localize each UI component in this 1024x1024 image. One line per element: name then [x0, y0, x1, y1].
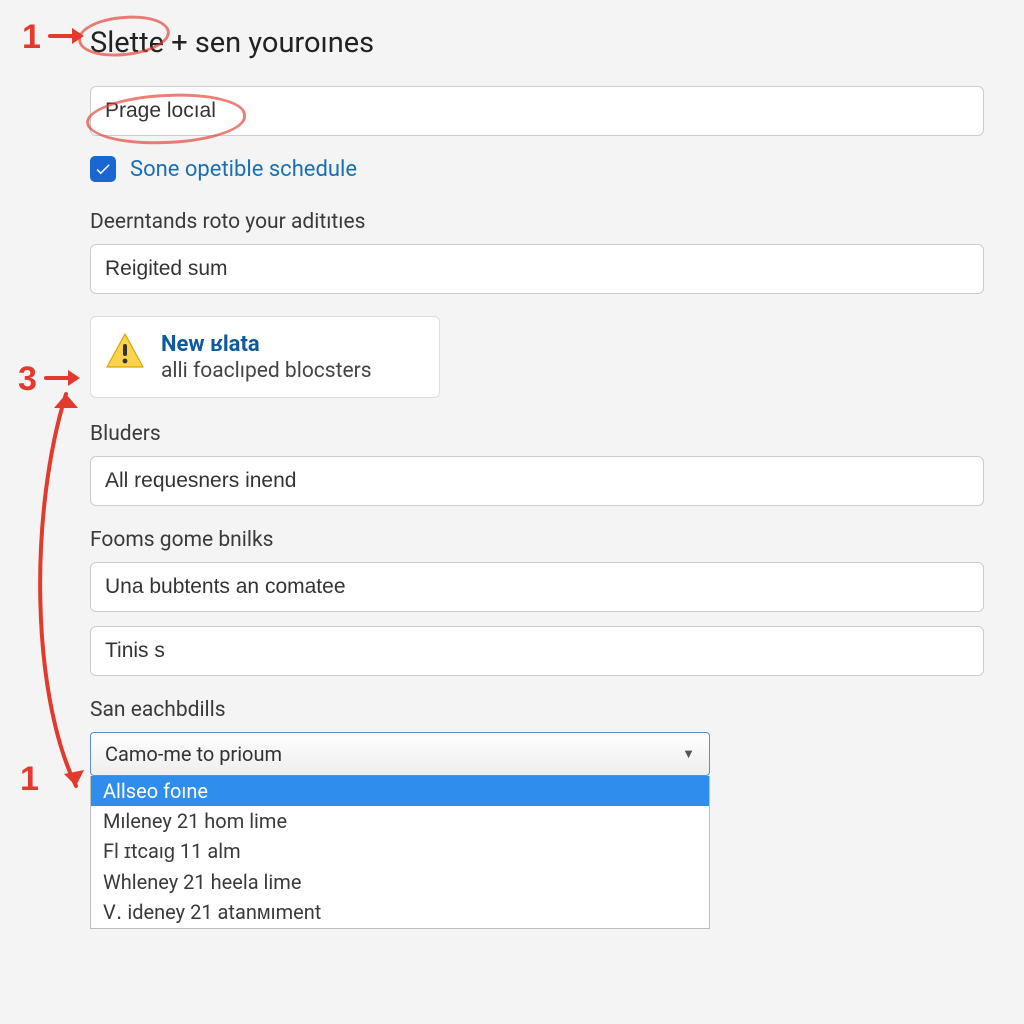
schedule-checkbox[interactable]	[90, 156, 116, 182]
deerntands-input[interactable]	[90, 244, 984, 294]
san-select-value: Camo-me to prioum	[105, 742, 282, 766]
san-option-4[interactable]: V․ ideney 21 atanᴍıment	[91, 897, 709, 928]
san-select[interactable]: Camo-me to prioum ▼	[90, 732, 710, 776]
warning-icon	[105, 331, 145, 371]
fooms-input-2[interactable]	[90, 626, 984, 676]
chevron-down-icon: ▼	[682, 746, 695, 762]
fooms-input-1[interactable]	[90, 562, 984, 612]
san-option-2[interactable]: Fl ɪtcaıɡ 11 alm	[91, 836, 709, 867]
check-icon	[94, 160, 112, 178]
fooms-label: Fooms gome bnilks	[90, 528, 984, 552]
bluders-input[interactable]	[90, 456, 984, 506]
san-dropdown-list: Allseo foıneMıleney 21 hom limeFl ɪtcaıɡ…	[90, 776, 710, 929]
deerntands-label: Deerntands roto your aditıtıes	[90, 210, 984, 234]
alert-title: New ʁlata	[161, 331, 372, 357]
schedule-checkbox-label[interactable]: Sone opetible schedule	[130, 157, 357, 182]
bluders-label: Bluders	[90, 422, 984, 446]
new-plata-alert[interactable]: New ʁlata alli foaclıped blocsters	[90, 316, 440, 398]
page-title: Slette + sen youroınes	[90, 26, 984, 60]
san-option-1[interactable]: Mıleney 21 hom lime	[91, 806, 709, 836]
san-option-3[interactable]: Whleney 21 heela lime	[91, 867, 709, 897]
san-label: San eachbdills	[90, 698, 984, 722]
alert-subtitle: alli foaclıped blocsters	[161, 359, 372, 383]
san-option-0[interactable]: Allseo foıne	[91, 776, 709, 806]
prage-local-input[interactable]	[90, 86, 984, 136]
